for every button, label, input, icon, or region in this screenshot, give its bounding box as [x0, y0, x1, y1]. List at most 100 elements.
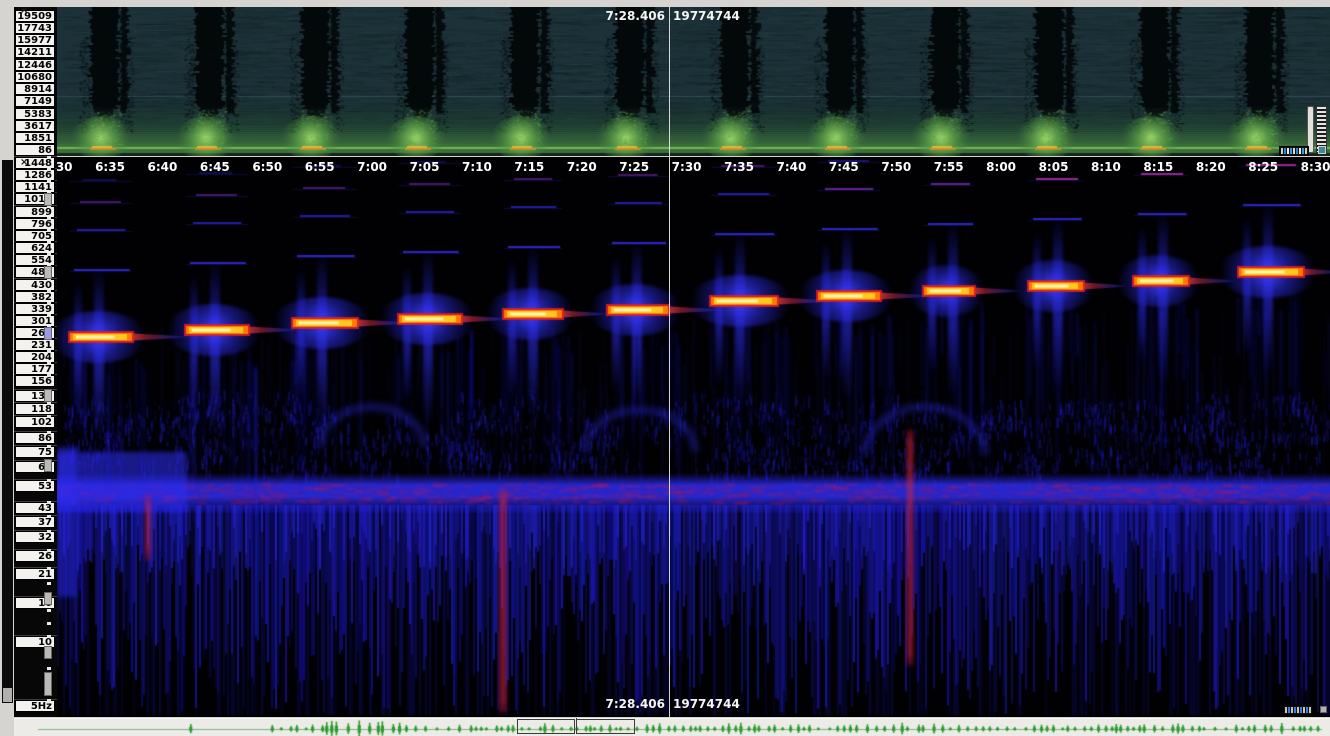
frequency-tick-marker: [47, 374, 51, 377]
time-tick-label: 7:40: [776, 161, 806, 174]
axis-handle[interactable]: [44, 389, 52, 402]
time-tick-label: 7:05: [410, 161, 440, 174]
app-window: × 19509177431597714211124461068089147149…: [0, 0, 1330, 736]
frequency-tick-marker: [47, 501, 51, 504]
time-tick-label: 7:10: [462, 161, 492, 174]
frequency-tick-marker: [47, 567, 51, 570]
axis-handle[interactable]: [44, 459, 52, 472]
scrollbar-thumb[interactable]: [3, 688, 12, 702]
cursor-time-readout: 7:28.406: [606, 10, 665, 23]
mini-cell[interactable]: [1306, 707, 1308, 713]
axis-handle[interactable]: [44, 646, 52, 659]
mini-cell[interactable]: [1309, 707, 1311, 713]
frequency-tick-marker: [47, 350, 51, 353]
mini-cell[interactable]: [1288, 707, 1290, 713]
time-tick-label: 7:20: [567, 161, 597, 174]
mini-cell[interactable]: [1287, 148, 1289, 154]
mini-toolbar[interactable]: [1283, 705, 1313, 715]
playback-cursor-line: [669, 157, 670, 717]
time-tick-label: 7:55: [934, 161, 964, 174]
vertical-scrollbar[interactable]: [2, 160, 13, 703]
time-tick-label: 6:35: [95, 161, 125, 174]
frequency-tick-marker: [47, 445, 51, 448]
frequency-tick-marker: [47, 290, 51, 293]
frequency-tick-marker: [47, 667, 51, 670]
frequency-tick-marker: [47, 168, 51, 171]
top-spectrogram-view[interactable]: 7:28.406 19774744: [57, 7, 1330, 156]
time-tick-label: 7:45: [829, 161, 859, 174]
frequency-tick-marker: [47, 609, 51, 612]
cursor-sample-readout: 19774744: [673, 698, 740, 711]
mini-cell[interactable]: [1284, 148, 1286, 154]
axis-handle[interactable]: [44, 672, 52, 696]
bottom-frequency-axis[interactable]: 1448128611411012899796705624554489430382…: [14, 157, 57, 717]
axis-handle[interactable]: [44, 266, 52, 279]
frequency-tick-marker: [47, 530, 51, 533]
waveform-image[interactable]: [14, 718, 1330, 736]
frequency-tick-marker: [47, 479, 51, 482]
frequency-tick-label: 8914: [15, 83, 55, 95]
view-selection-box[interactable]: [517, 719, 575, 734]
mini-button[interactable]: [1318, 146, 1326, 154]
bottom-spectrogram-image[interactable]: [57, 157, 1330, 717]
time-tick-label: 8:25: [1248, 161, 1278, 174]
mini-cell[interactable]: [1297, 707, 1299, 713]
mini-button[interactable]: [1320, 706, 1327, 713]
view-selection-box[interactable]: [576, 719, 635, 734]
frequency-tick-marker: [47, 253, 51, 256]
top-frequency-axis[interactable]: 1950917743159771421112446106808914714953…: [14, 7, 57, 156]
mini-cell[interactable]: [1293, 148, 1295, 154]
frequency-tick-marker: [47, 402, 51, 405]
frequency-tick-label: 12446: [15, 59, 55, 71]
frequency-tick-label: 5383: [15, 108, 55, 120]
frequency-tick-label: 1851: [15, 132, 55, 144]
mini-cell[interactable]: [1290, 148, 1292, 154]
frequency-tick-label: 10680: [15, 71, 55, 83]
mini-cell[interactable]: [1291, 707, 1293, 713]
frequency-tick-marker: [47, 180, 51, 183]
time-tick-label: 8:10: [1091, 161, 1121, 174]
mini-cell[interactable]: [1299, 148, 1301, 154]
mini-cell[interactable]: [1305, 148, 1307, 154]
cursor-time-readout: 7:28.406: [606, 698, 665, 711]
playback-cursor-line: [669, 7, 670, 156]
time-tick-label: 8:30: [1301, 161, 1330, 174]
frequency-tick-marker: [47, 229, 51, 232]
mini-cell[interactable]: [1281, 148, 1283, 154]
frequency-tick-marker: [47, 302, 51, 305]
time-tick-label: 8:05: [1039, 161, 1069, 174]
frequency-tick-label: 7149: [15, 95, 55, 107]
time-tick-label: 6:55: [305, 161, 335, 174]
waveform-overview[interactable]: [14, 718, 1330, 736]
frequency-tick-marker: [47, 582, 51, 585]
frequency-tick-marker: [47, 241, 51, 244]
frequency-tick-label: 17743: [15, 22, 55, 34]
frequency-tick-marker: [47, 415, 51, 418]
time-tick-label: 8:15: [1143, 161, 1173, 174]
time-tick-label: 7:35: [724, 161, 754, 174]
frequency-tick-label: 14211: [15, 46, 55, 58]
axis-handle[interactable]: [44, 327, 52, 340]
mini-cell[interactable]: [1303, 707, 1305, 713]
close-icon[interactable]: ×: [20, 6, 32, 18]
frequency-tick-marker: [47, 635, 51, 638]
mini-cell[interactable]: [1296, 148, 1298, 154]
axis-handle[interactable]: [44, 592, 52, 605]
axis-handle[interactable]: [44, 193, 52, 206]
top-spectrogram-image[interactable]: [57, 7, 1330, 156]
close-icon[interactable]: ×: [20, 158, 32, 170]
time-tick-label: 8:00: [986, 161, 1016, 174]
mini-cell[interactable]: [1302, 148, 1304, 154]
time-tick-label: 7:15: [514, 161, 544, 174]
time-tick-label: 8:20: [1196, 161, 1226, 174]
frequency-tick-label: 15977: [15, 34, 55, 46]
frequency-tick-marker: [47, 622, 51, 625]
frequency-tick-label: 3617: [15, 120, 55, 132]
mini-cell[interactable]: [1294, 707, 1296, 713]
frequency-tick-marker: [47, 549, 51, 552]
mini-toolbar[interactable]: [1279, 146, 1309, 156]
mini-cell[interactable]: [1285, 707, 1287, 713]
mini-cell[interactable]: [1300, 707, 1302, 713]
bottom-spectrogram-view[interactable]: 6:306:356:406:456:506:557:007:057:107:15…: [57, 157, 1330, 717]
selection-divider-tick[interactable]: [576, 718, 577, 723]
